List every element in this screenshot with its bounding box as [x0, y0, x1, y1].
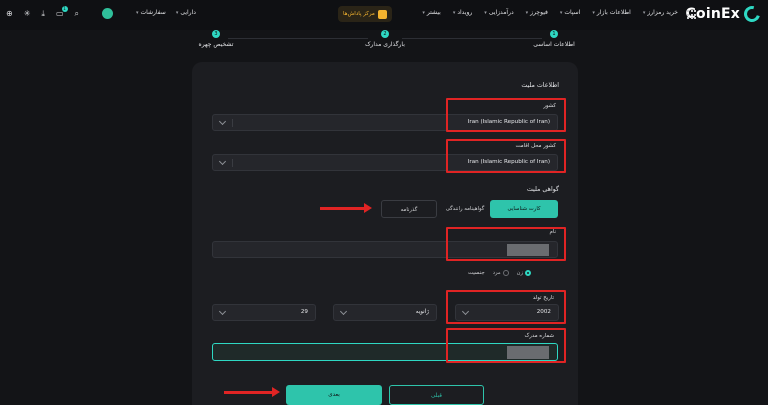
gender-female-label: زن — [516, 270, 523, 276]
gender-radio-group: جنسیت مرد زن — [468, 270, 531, 276]
birth-day-select[interactable]: 29 — [212, 304, 316, 321]
apps-grid-icon[interactable] — [687, 10, 696, 19]
step-face-recognition: 3 تشخیص چهره — [188, 30, 244, 48]
annotation-box-residence — [446, 139, 566, 173]
annotation-arrow-passport — [320, 203, 372, 213]
radio-selected-icon — [525, 270, 531, 276]
step-index: 3 — [212, 30, 220, 38]
search-icon[interactable]: ⌕ — [75, 9, 79, 18]
nav-events[interactable]: رویداد — [453, 9, 472, 16]
utility-tools: ⊕ ✳ ⤓ ▭ 1 ⌕ — [6, 5, 113, 19]
gift-icon — [377, 9, 387, 19]
gender-male-label: مرد — [492, 270, 501, 276]
nav-more[interactable]: بیشتر — [422, 9, 441, 16]
nav-spot[interactable]: اسپات — [560, 9, 580, 16]
radio-icon — [502, 270, 509, 276]
birth-month-select[interactable]: ژانویه — [333, 304, 437, 321]
theme-toggle-icon[interactable]: ✳ — [24, 9, 31, 18]
gender-female-radio[interactable]: زن — [517, 270, 531, 276]
download-icon[interactable]: ⤓ — [41, 9, 45, 18]
step-label: تشخیص چهره — [198, 41, 234, 48]
notification-badge: 1 — [61, 5, 68, 12]
step-index: 1 — [550, 30, 558, 38]
chevron-down-icon — [218, 117, 227, 126]
step-basic-info: 1 اطلاعات اساسی — [524, 30, 584, 48]
step-label: اطلاعات اساسی — [533, 41, 575, 48]
coinex-logo[interactable]: CoinEx — [686, 3, 763, 25]
top-navigation: CoinEx خرید رمزارز اطلاعات بازار اسپات ف… — [0, 0, 768, 30]
nav-market-info[interactable]: اطلاعات بازار — [592, 9, 631, 16]
select-divider — [232, 119, 233, 127]
nav-futures[interactable]: فیوچرز — [526, 9, 548, 16]
chevron-down-icon — [339, 307, 348, 316]
steps-line-right — [402, 38, 542, 39]
step-upload-documents: 2 بارگذاری مدارک — [352, 30, 418, 48]
annotation-box-name — [446, 227, 566, 261]
select-divider — [232, 159, 233, 167]
previous-button[interactable]: قبلی — [389, 385, 484, 405]
main-nav: خرید رمزارز اطلاعات بازار اسپات فیوچرز د… — [422, 9, 678, 16]
chevron-down-icon — [218, 157, 227, 166]
step-label: بارگذاری مدارک — [365, 41, 405, 48]
annotation-arrow-next — [224, 387, 280, 397]
steps-line-left — [228, 38, 368, 39]
annotation-box-country — [446, 98, 566, 132]
avatar[interactable] — [102, 8, 113, 19]
coinex-logo-icon — [741, 3, 763, 25]
globe-icon[interactable]: ⊕ — [6, 9, 13, 18]
birth-month-value: ژانویه — [415, 309, 429, 315]
step-index: 2 — [381, 30, 389, 38]
chevron-down-icon — [218, 307, 227, 316]
tab-passport[interactable]: گذرنامه — [381, 200, 437, 218]
gender-label: جنسیت — [468, 270, 485, 276]
certificate-section-title: گواهی ملیت — [526, 186, 559, 193]
rewards-center-label: مرکز پاداش‌ها — [343, 11, 375, 17]
annotation-box-document-number — [446, 328, 566, 363]
account-menu: سفارشات دارایی — [136, 9, 196, 16]
gender-male-radio[interactable]: مرد — [493, 270, 509, 276]
nav-orders[interactable]: سفارشات — [136, 9, 166, 16]
notification-icon[interactable]: ▭ 1 — [56, 5, 68, 18]
nav-assets[interactable]: دارایی — [176, 9, 196, 16]
annotation-box-birth-year — [446, 290, 566, 324]
tab-id-card[interactable]: کارت شناسایی — [490, 200, 558, 218]
tab-driving-license[interactable]: گواهینامه رانندگی — [440, 200, 490, 218]
nav-earn[interactable]: درآمدزایی — [484, 9, 514, 16]
rewards-center-button[interactable]: مرکز پاداش‌ها — [338, 6, 392, 22]
next-button[interactable]: بعدی — [286, 385, 382, 405]
birth-day-value: 29 — [300, 309, 308, 315]
nav-buy-crypto[interactable]: خرید رمزارز — [643, 9, 678, 16]
nationality-section-title: اطلاعات ملیت — [521, 82, 559, 89]
